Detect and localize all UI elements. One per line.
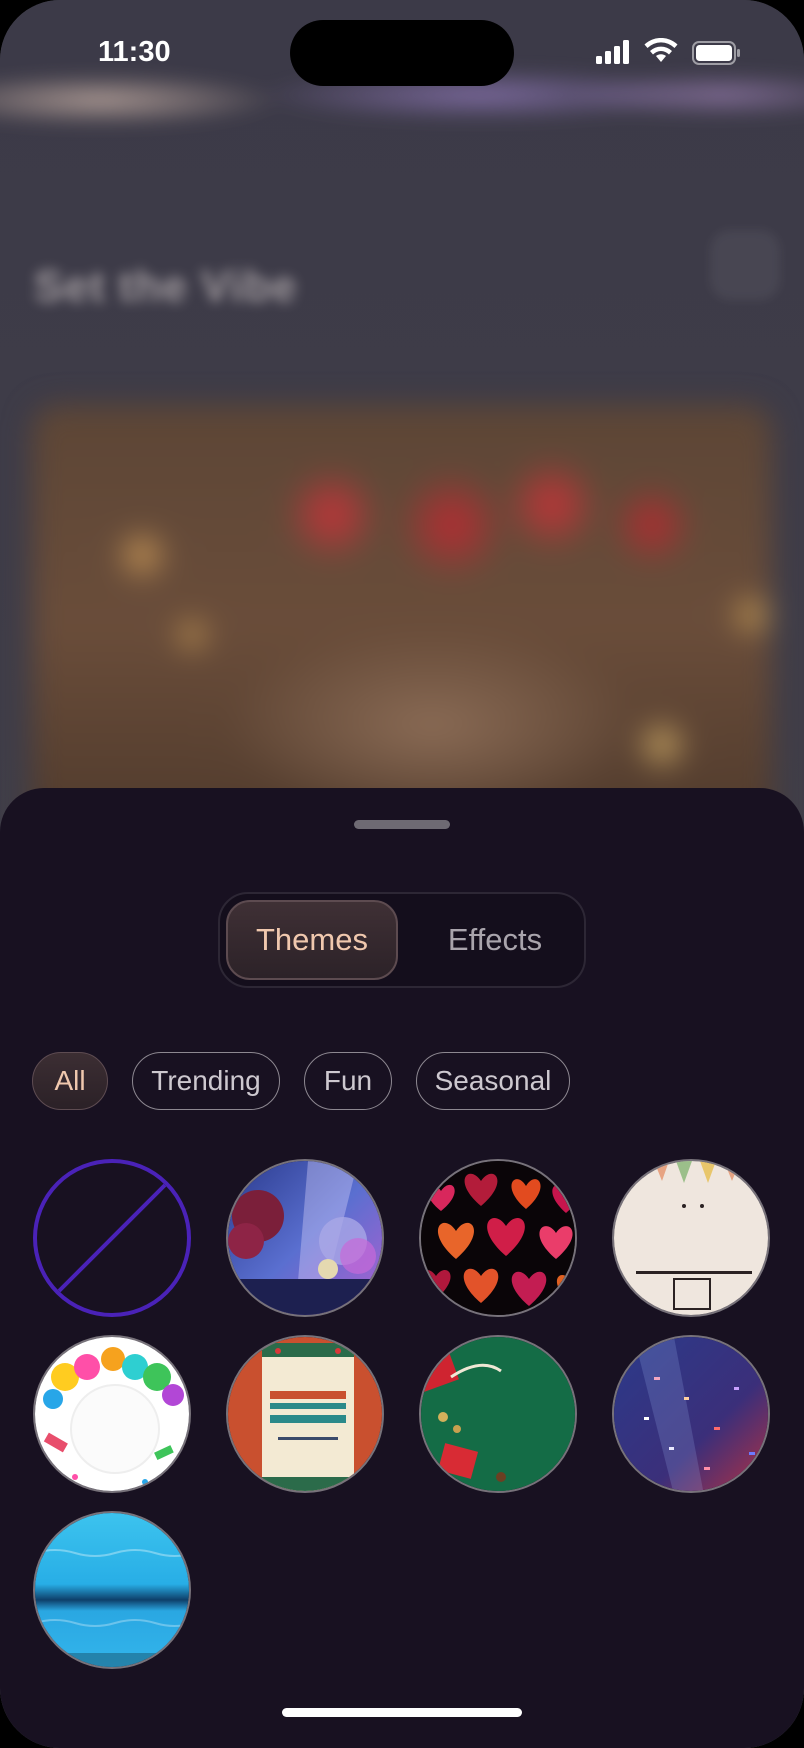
status-bar: 11:30 [0, 0, 804, 110]
theme-green-christmas-gifts[interactable] [419, 1335, 577, 1493]
background-hero-image [32, 405, 772, 845]
tab-themes[interactable]: Themes [226, 900, 398, 980]
theme-happy-birthday-lettering[interactable] [612, 1159, 770, 1317]
theme-picker-sheet: Themes Effects All Trending Fun Seasonal [0, 788, 804, 1748]
green-gifts-image [421, 1337, 575, 1491]
filter-chip-seasonal[interactable]: Seasonal [416, 1052, 570, 1110]
theme-christmas-big-party-poster[interactable] [226, 1335, 384, 1493]
cellular-signal-icon [596, 40, 629, 64]
birthday-lettering-image [614, 1161, 768, 1315]
theme-red-hearts-pattern[interactable] [419, 1159, 577, 1317]
hearts-pattern-image [421, 1161, 575, 1315]
theme-none-option[interactable] [33, 1159, 191, 1317]
christmas-poster-image [228, 1337, 382, 1491]
dynamic-island [290, 20, 514, 86]
none-slash-icon [57, 1183, 167, 1293]
balloons-image [35, 1337, 189, 1491]
theme-blue-purple-confetti[interactable] [612, 1335, 770, 1493]
confetti-image [614, 1337, 768, 1491]
background-title: Set the Vibe [34, 262, 298, 311]
filter-chip-all[interactable]: All [32, 1052, 108, 1110]
filter-chip-trending[interactable]: Trending [132, 1052, 280, 1110]
tab-effects[interactable]: Effects [410, 900, 580, 980]
sheet-grabber[interactable] [354, 820, 450, 829]
home-indicator[interactable] [282, 1708, 522, 1717]
water-surface-image [35, 1513, 189, 1667]
status-time: 11:30 [98, 36, 171, 68]
phone-screen: Set the Vibe 11:30 Themes Effects All Tr… [0, 0, 804, 1748]
filter-chip-fun[interactable]: Fun [304, 1052, 392, 1110]
floral-event-image [228, 1161, 382, 1315]
wifi-icon [644, 38, 678, 62]
background-edit-button [710, 230, 780, 300]
themes-effects-toggle: Themes Effects [218, 892, 586, 988]
battery-icon [692, 41, 740, 65]
theme-floral-event-lights[interactable] [226, 1159, 384, 1317]
theme-blue-water-surface[interactable] [33, 1511, 191, 1669]
theme-balloons-confetti[interactable] [33, 1335, 191, 1493]
